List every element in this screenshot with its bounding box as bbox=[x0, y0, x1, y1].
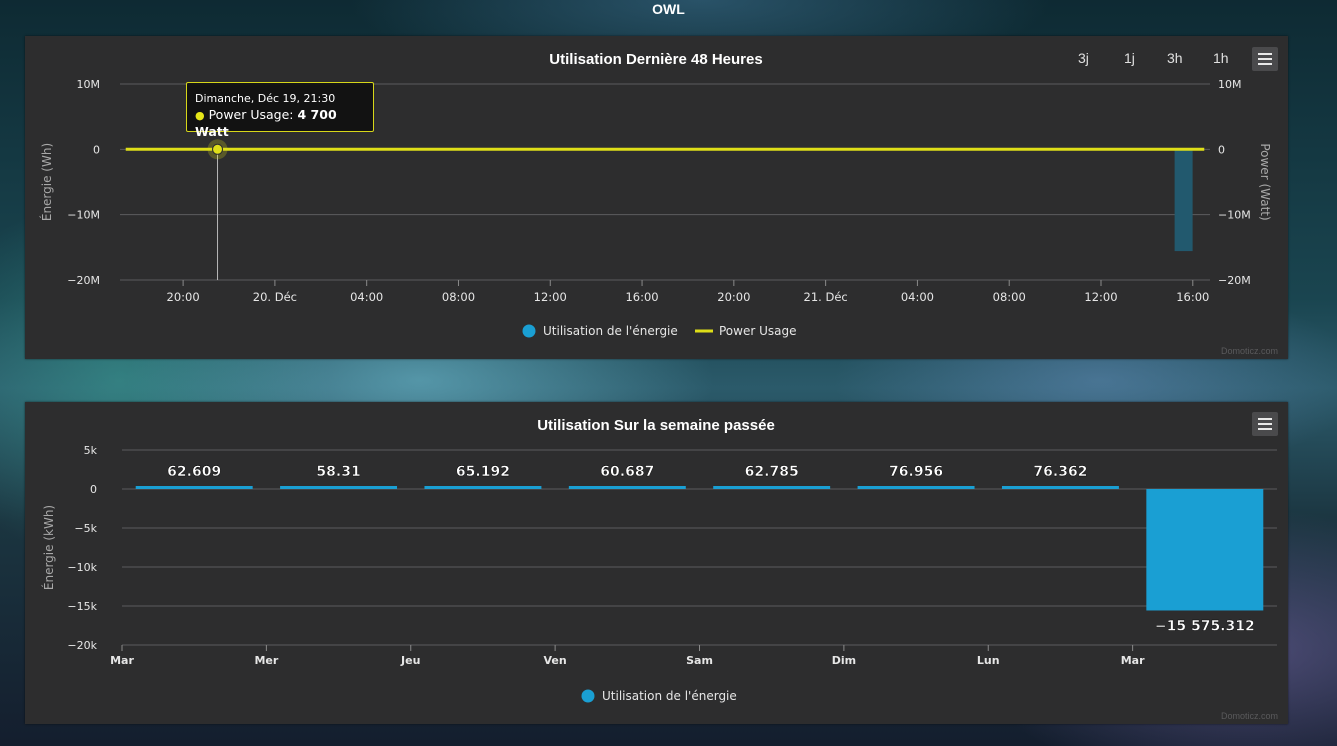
energy-bar bbox=[1146, 489, 1264, 611]
chart-week-menu-button[interactable] bbox=[1252, 412, 1278, 436]
y-left-tick-label: 10M bbox=[77, 78, 101, 91]
y-right-axis-label: Power (Watt) bbox=[1258, 143, 1272, 220]
x-tick-label: 08:00 bbox=[993, 290, 1026, 304]
energy-bar bbox=[857, 486, 975, 489]
y-right-tick-label: −10M bbox=[1218, 209, 1251, 222]
y-tick-label: 5k bbox=[84, 444, 98, 457]
hamburger-icon bbox=[1258, 418, 1272, 420]
chart-48h-menu-button[interactable] bbox=[1252, 47, 1278, 71]
zoom-3h-button[interactable]: 3h bbox=[1167, 50, 1183, 66]
energy-bar bbox=[424, 486, 542, 489]
bar-data-label: 62.785 bbox=[745, 464, 799, 480]
tooltip-series-label: Power Usage: bbox=[208, 107, 298, 122]
x-tick-label: 04:00 bbox=[350, 290, 383, 304]
x-tick-label: Mar bbox=[1121, 654, 1145, 667]
chart-week-panel: Utilisation Sur la semaine passée 5k 0 −5k −… bbox=[25, 402, 1288, 724]
y-axis-label: Énergie (kWh) bbox=[41, 505, 56, 590]
app-title: OWL bbox=[652, 1, 685, 17]
chart-week-svg: Utilisation Sur la semaine passée 5k 0 −5k −… bbox=[41, 417, 1277, 703]
bar-data-label: −15 575.312 bbox=[1155, 618, 1255, 634]
highlight-point bbox=[212, 143, 224, 155]
zoom-1h-button[interactable]: 1h bbox=[1213, 50, 1229, 66]
bar-data-label: 65.192 bbox=[456, 464, 510, 480]
y-left-axis-label: Énergie (Wh) bbox=[39, 143, 54, 221]
bar-data-label: 58.31 bbox=[316, 464, 360, 480]
energy-bar bbox=[568, 486, 686, 489]
y-left-tick-label: 0 bbox=[93, 143, 100, 156]
x-tick-label: 20:00 bbox=[167, 290, 200, 304]
zoom-1j-button[interactable]: 1j bbox=[1124, 50, 1135, 66]
y-tick-label: −5k bbox=[74, 522, 97, 535]
zoom-3j-button[interactable]: 3j bbox=[1078, 50, 1089, 66]
x-tick-label: Mer bbox=[254, 654, 278, 667]
legend-power-symbol bbox=[695, 329, 713, 333]
x-tick-label: 12:00 bbox=[534, 290, 567, 304]
tooltip-header: Dimanche, Déc 19, 21:30 bbox=[195, 92, 336, 105]
x-tick-label: 20. Déc bbox=[253, 290, 297, 304]
y-tick-label: −20k bbox=[67, 639, 97, 652]
tooltip-row: ● Power Usage: 4 700 Watt bbox=[195, 107, 373, 140]
hamburger-icon bbox=[1258, 423, 1272, 425]
x-tick-label: 16:00 bbox=[625, 290, 658, 304]
x-tick-label: 21. Déc bbox=[804, 290, 848, 304]
x-tick-label: Ven bbox=[544, 654, 567, 667]
energy-bar bbox=[280, 486, 398, 489]
bar-data-label: 62.609 bbox=[167, 464, 221, 480]
legend-power-label: Power Usage bbox=[719, 324, 796, 338]
legend-energy-symbol bbox=[522, 324, 536, 338]
y-right-tick-label: 10M bbox=[1218, 78, 1242, 91]
hamburger-icon bbox=[1258, 58, 1272, 60]
y-left-tick-label: −20M bbox=[67, 274, 100, 287]
tooltip-series-dot-icon: ● bbox=[195, 109, 205, 122]
chart-48h-tooltip: Dimanche, Déc 19, 21:30 ● Power Usage: 4… bbox=[186, 82, 374, 139]
x-tick-label: 20:00 bbox=[717, 290, 750, 304]
x-tick-label: 08:00 bbox=[442, 290, 475, 304]
x-tick-label: Dim bbox=[832, 654, 856, 667]
y-tick-label: −15k bbox=[67, 600, 97, 613]
bar-data-label: 76.956 bbox=[889, 464, 943, 480]
legend-energy-label: Utilisation de l'énergie bbox=[602, 689, 737, 703]
x-tick-label: Jeu bbox=[400, 654, 420, 667]
legend-energy-label: Utilisation de l'énergie bbox=[543, 324, 678, 338]
y-left-tick-label: −10M bbox=[67, 209, 100, 222]
bar-data-label: 60.687 bbox=[600, 464, 654, 480]
x-tick-label: 16:00 bbox=[1176, 290, 1209, 304]
x-tick-label: Sam bbox=[686, 654, 713, 667]
credits-link[interactable]: Domoticz.com bbox=[1221, 346, 1278, 356]
energy-bar bbox=[135, 486, 253, 489]
energy-bar bbox=[1174, 149, 1193, 252]
hamburger-icon bbox=[1258, 428, 1272, 430]
chart-48h-title: Utilisation Dernière 48 Heures bbox=[549, 51, 762, 68]
hamburger-icon bbox=[1258, 63, 1272, 65]
x-tick-label: Mar bbox=[110, 654, 134, 667]
legend-energy-symbol bbox=[581, 689, 595, 703]
hamburger-icon bbox=[1258, 53, 1272, 55]
y-tick-label: 0 bbox=[90, 483, 97, 496]
energy-bar bbox=[713, 486, 831, 489]
bar-data-label: 76.362 bbox=[1033, 464, 1087, 480]
y-tick-label: −10k bbox=[67, 561, 97, 574]
energy-bar bbox=[1001, 486, 1119, 489]
y-right-tick-label: 0 bbox=[1218, 143, 1225, 156]
credits-link[interactable]: Domoticz.com bbox=[1221, 711, 1278, 721]
x-tick-label: 04:00 bbox=[901, 290, 934, 304]
y-right-tick-label: −20M bbox=[1218, 274, 1251, 287]
x-tick-label: 12:00 bbox=[1084, 290, 1117, 304]
chart-week-title: Utilisation Sur la semaine passée bbox=[537, 417, 775, 434]
x-tick-label: Lun bbox=[977, 654, 1000, 667]
